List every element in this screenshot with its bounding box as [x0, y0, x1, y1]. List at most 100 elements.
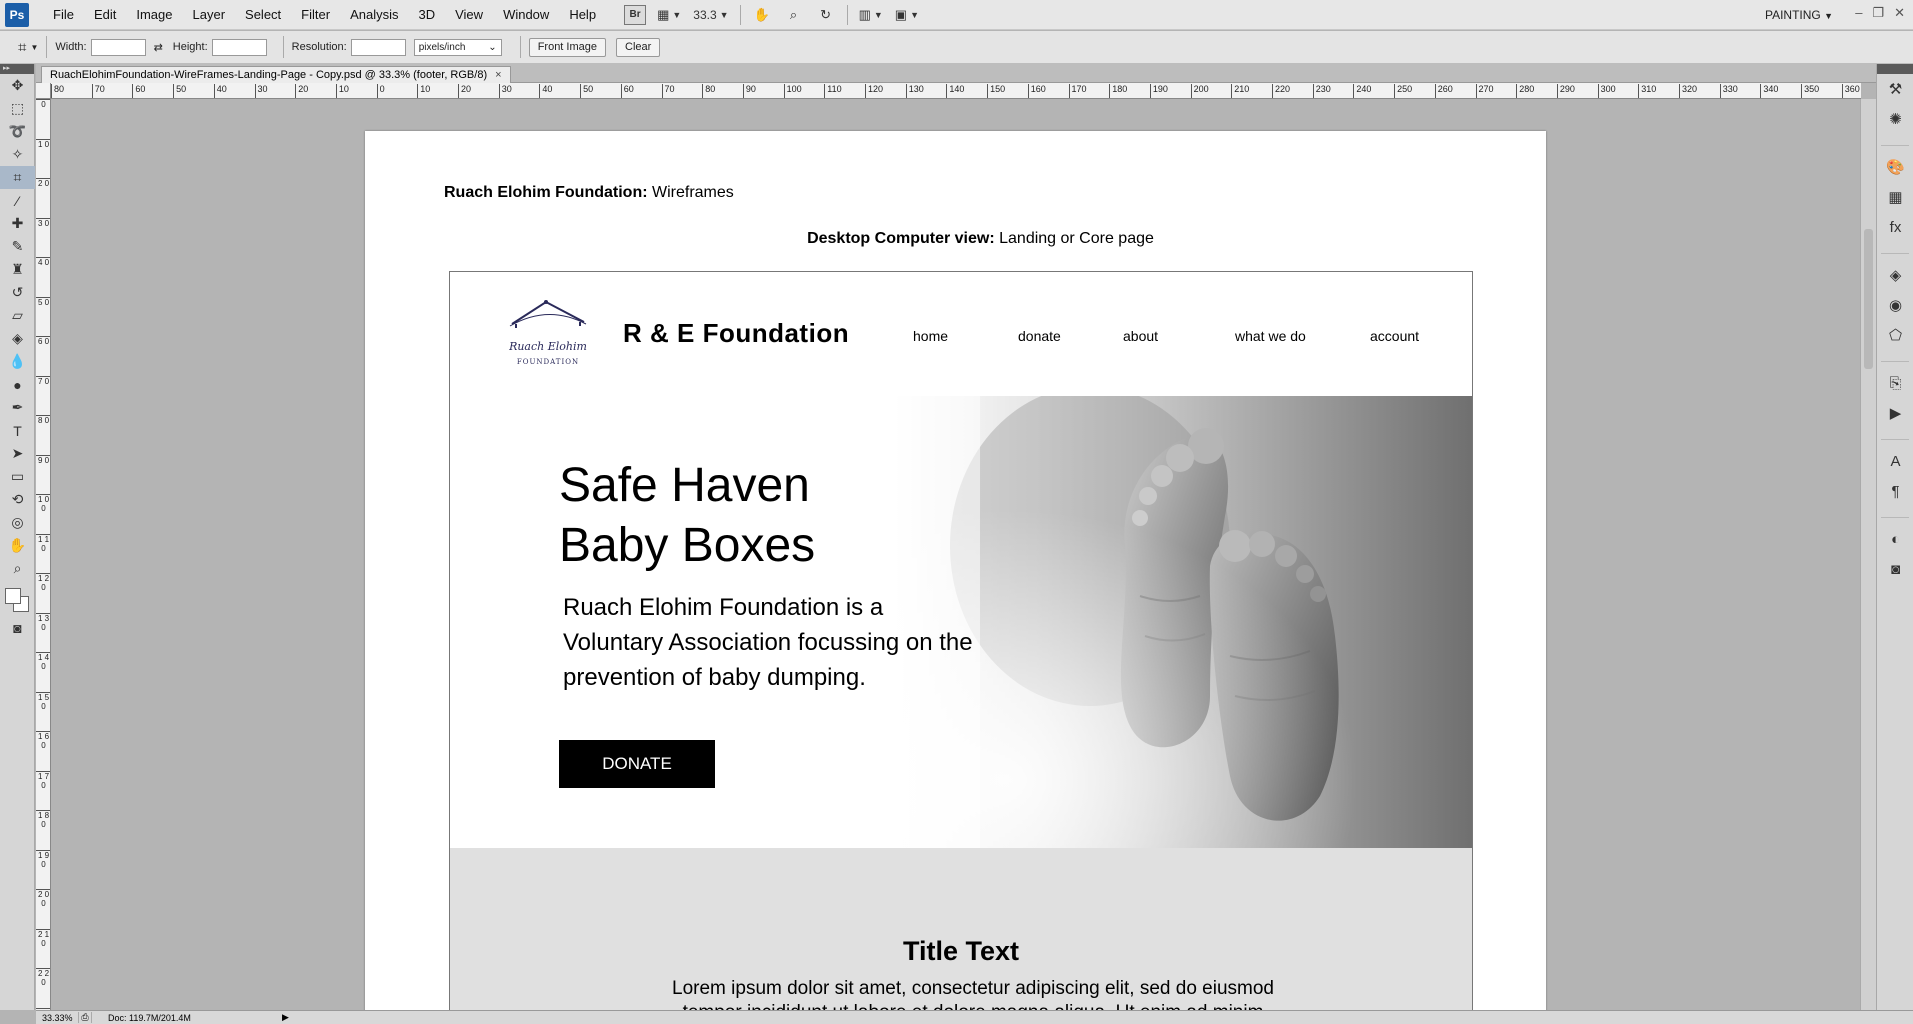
magic-wand-tool-icon[interactable]: ✧ — [0, 143, 35, 166]
donate-button[interactable]: DONATE — [559, 740, 715, 788]
menu-3d[interactable]: 3D — [408, 7, 445, 22]
ruler-tick-label: 10 — [417, 84, 430, 98]
layers-panel-icon[interactable]: ◈ — [1877, 260, 1913, 290]
status-menu-arrow-icon[interactable]: ▶ — [282, 1012, 289, 1023]
3d-rotate-tool-icon[interactable]: ⟲ — [0, 488, 35, 511]
workspace-switcher[interactable]: PAINTING ▼ — [1765, 8, 1833, 22]
3d-orbit-tool-icon[interactable]: ◎ — [0, 511, 35, 534]
canvas-area[interactable]: Ruach Elohim Foundation: Wireframes Desk… — [52, 100, 1860, 1010]
menu-window[interactable]: Window — [493, 7, 559, 22]
crop-tool-icon[interactable]: ⌗ — [18, 39, 26, 56]
character-panel-icon[interactable]: A — [1877, 446, 1913, 476]
nav-account[interactable]: account — [1370, 328, 1419, 344]
vertical-scrollbar[interactable] — [1860, 99, 1876, 1010]
history-panel-icon[interactable]: ⎘ — [1877, 368, 1913, 398]
lasso-tool-icon[interactable]: ➰ — [0, 120, 35, 143]
styles-panel-icon[interactable]: fx — [1877, 212, 1913, 242]
screen-mode-icon[interactable]: ▣ ▼ — [894, 5, 920, 25]
ruler-tick-label: 140 — [946, 84, 964, 98]
bridge-button[interactable]: Br — [624, 4, 647, 25]
brushes-icon[interactable]: ✺ — [1877, 104, 1913, 134]
menu-filter[interactable]: Filter — [291, 7, 340, 22]
masks-panel-icon[interactable]: ◙ — [1877, 554, 1913, 584]
ruler-tick-label: 1 5 0 — [36, 691, 50, 728]
ruler-tick-label: 220 — [1272, 84, 1290, 98]
rotate-view-icon[interactable]: ↻ — [815, 5, 837, 25]
nav-donate[interactable]: donate — [1018, 328, 1061, 344]
arrange-documents-icon[interactable]: ▥ ▼ — [858, 5, 884, 25]
nav-about[interactable]: about — [1123, 328, 1158, 344]
menu-image[interactable]: Image — [126, 7, 182, 22]
menu-edit[interactable]: Edit — [84, 7, 126, 22]
restore-icon[interactable]: ❐ — [1872, 5, 1884, 21]
scroll-thumb[interactable] — [1864, 229, 1873, 369]
menu-file[interactable]: File — [43, 7, 84, 22]
eraser-tool-icon[interactable]: ▱ — [0, 304, 35, 327]
history-brush-tool-icon[interactable]: ↺ — [0, 281, 35, 304]
swap-icon[interactable]: ⇄ — [154, 41, 163, 54]
tool-presets-icon[interactable]: ⚒ — [1877, 74, 1913, 104]
close-tab-icon[interactable]: × — [495, 69, 501, 81]
status-zoom[interactable]: 33.33% — [36, 1013, 78, 1023]
zoom-tool-icon[interactable]: ⌕ — [0, 557, 35, 580]
ruler-tick-label: 0 — [376, 84, 385, 98]
color-panel-icon[interactable]: 🎨 — [1877, 152, 1913, 182]
height-input[interactable] — [211, 38, 267, 56]
channels-panel-icon[interactable]: ◉ — [1877, 290, 1913, 320]
blur-tool-icon[interactable]: 💧 — [0, 350, 35, 373]
resolution-input[interactable] — [350, 38, 406, 56]
minimize-icon[interactable]: – — [1855, 5, 1862, 21]
menu-select[interactable]: Select — [235, 7, 291, 22]
quick-mask-icon[interactable]: ◙ — [0, 616, 35, 639]
move-tool-icon[interactable]: ✥ — [0, 74, 35, 97]
hand-tool-icon[interactable]: ✋ — [751, 5, 773, 25]
ruler-tick-label: 50 — [173, 84, 186, 98]
vertical-ruler[interactable]: 0 1 0 2 0 3 0 4 0 5 0 6 0 7 0 8 0 9 0 1 0 0 1 1 0 1 … — [36, 99, 51, 1010]
healing-brush-tool-icon[interactable]: ✚ — [0, 212, 35, 235]
nav-what-we-do[interactable]: what we do — [1235, 328, 1306, 344]
clear-button[interactable]: Clear — [616, 37, 661, 57]
crop-tool-icon[interactable]: ⌗ — [0, 166, 35, 189]
paint-bucket-tool-icon[interactable]: ◈ — [0, 327, 35, 350]
menu-layer[interactable]: Layer — [183, 7, 236, 22]
ruler-tick-label: 9 0 — [36, 454, 50, 491]
foreground-color-swatch[interactable] — [5, 588, 21, 604]
menu-analysis[interactable]: Analysis — [340, 7, 408, 22]
shape-tool-icon[interactable]: ▭ — [0, 465, 35, 488]
horizontal-ruler[interactable]: 80 70 60 50 40 30 20 10 0 10 20 30 40 50 60 70 80 90 100 11… — [51, 83, 1861, 99]
front-image-button[interactable]: Front Image — [528, 37, 606, 57]
ruler-tick-label: 180 — [1109, 84, 1127, 98]
swatches-panel-icon[interactable]: ▦ — [1877, 182, 1913, 212]
close-icon[interactable]: ✕ — [1894, 5, 1905, 21]
dock-collapse-handle[interactable] — [1877, 64, 1913, 74]
marquee-tool-icon[interactable]: ⬚ — [0, 97, 35, 120]
menu-help[interactable]: Help — [559, 7, 606, 22]
ruler-tick-label: 100 — [783, 84, 802, 98]
brush-tool-icon[interactable]: ✎ — [0, 235, 35, 258]
path-selection-tool-icon[interactable]: ➤ — [0, 442, 35, 465]
width-input[interactable] — [90, 38, 146, 56]
paths-panel-icon[interactable]: ⬠ — [1877, 320, 1913, 350]
status-info-icon[interactable]: ⎙ — [78, 1012, 92, 1023]
ruler-origin[interactable] — [36, 83, 51, 99]
eyedropper-tool-icon[interactable]: ⁄ — [0, 189, 35, 212]
document-tab[interactable]: RuachElohimFoundation-WireFrames-Landing… — [41, 66, 511, 83]
clone-stamp-tool-icon[interactable]: ♜ — [0, 258, 35, 281]
paragraph-panel-icon[interactable]: ¶ — [1877, 476, 1913, 506]
tool-preset-caret-icon[interactable]: ▼ — [30, 43, 38, 52]
adjustments-panel-icon[interactable]: ◐ — [1877, 524, 1913, 554]
actions-panel-icon[interactable]: ▶ — [1877, 398, 1913, 428]
zoom-tool-icon[interactable]: ⌕ — [783, 5, 805, 25]
hand-tool-icon[interactable]: ✋ — [0, 534, 35, 557]
type-tool-icon[interactable]: T — [0, 419, 35, 442]
dodge-tool-icon[interactable]: ● — [0, 373, 35, 396]
panel-collapse-handle[interactable]: ▸▸ — [0, 64, 34, 74]
nav-home[interactable]: home — [913, 328, 948, 344]
pen-tool-icon[interactable]: ✒ — [0, 396, 35, 419]
document-canvas[interactable]: Ruach Elohim Foundation: Wireframes Desk… — [365, 131, 1546, 1010]
menu-view[interactable]: View — [445, 7, 493, 22]
mini-bridge-icon[interactable]: ▦ ▼ — [656, 5, 682, 25]
zoom-level-select[interactable]: 33.3 ▼ — [692, 5, 729, 25]
color-swatches[interactable] — [3, 586, 31, 616]
resolution-units-select[interactable]: pixels/inch ⌄ — [413, 38, 502, 56]
